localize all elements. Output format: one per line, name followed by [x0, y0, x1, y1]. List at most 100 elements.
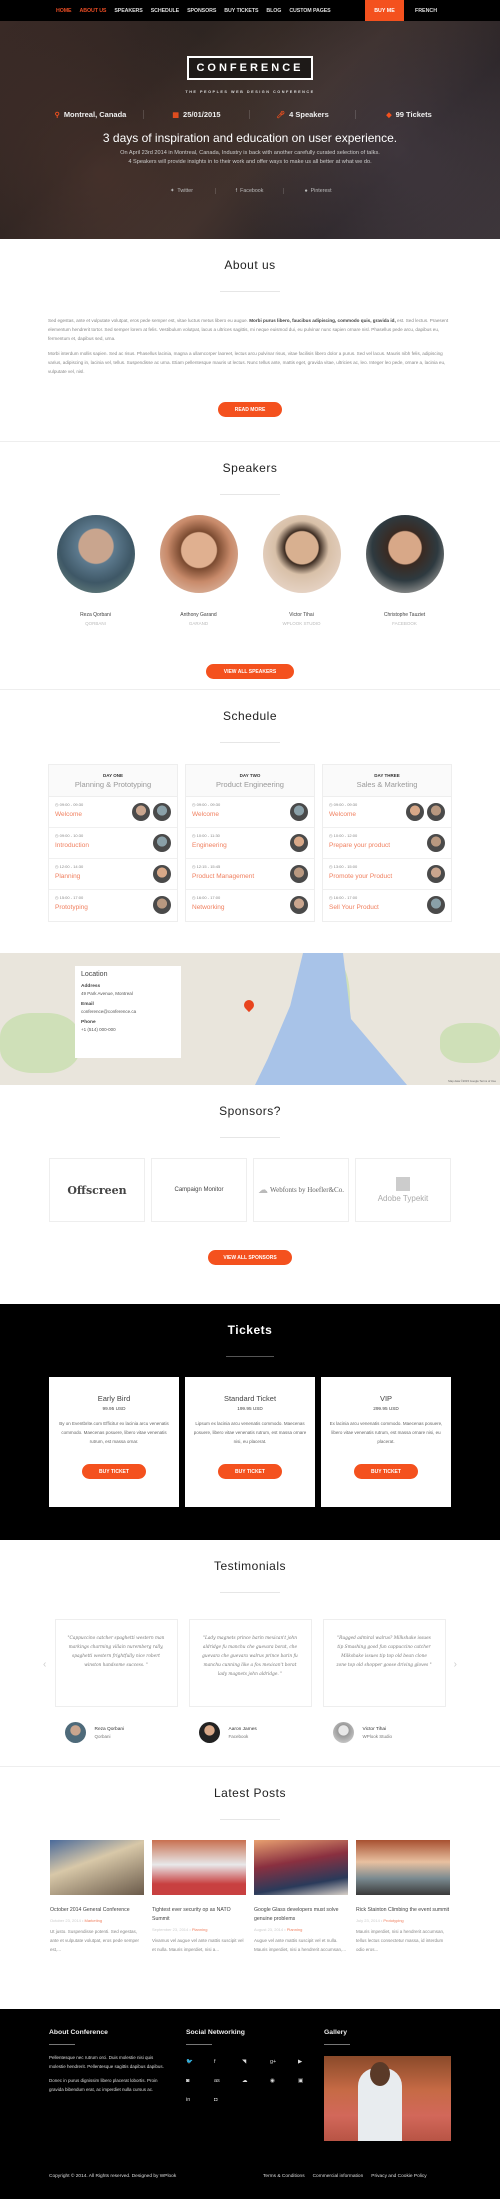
- lastfm-icon[interactable]: as: [214, 2078, 242, 2084]
- terms-link[interactable]: Terms & Conditions: [263, 2174, 305, 2179]
- gallery-image[interactable]: [324, 2056, 451, 2141]
- footer-text: Donec in purus dignissim libero placerat…: [49, 2078, 158, 2092]
- schedule-session[interactable]: ◷ 16:00 - 17:00 Networking: [186, 890, 314, 921]
- speaker-avatar[interactable]: [427, 803, 445, 821]
- buy-ticket-button[interactable]: BUY TICKET: [218, 1464, 282, 1479]
- speaker-avatar[interactable]: [153, 834, 171, 852]
- sponsor-logo-offscreen[interactable]: Offscreen: [49, 1158, 145, 1222]
- buy-ticket-button[interactable]: BUY TICKET: [82, 1464, 146, 1479]
- schedule-session[interactable]: ◷ 10:00 - 12:00 Prepare your product: [323, 828, 451, 859]
- speaker-card[interactable]: Reza Qorbani QORBANI: [56, 515, 135, 626]
- chevron-right-icon[interactable]: ›: [454, 1659, 457, 1670]
- nav-custom-pages[interactable]: CUSTOM PAGES: [285, 8, 334, 14]
- schedule-session[interactable]: ◷ 09:00 - 09:30 Welcome: [186, 797, 314, 828]
- dribbble-icon[interactable]: ◉: [270, 2078, 298, 2084]
- speaker-avatar[interactable]: [132, 803, 150, 821]
- location-map[interactable]: Location Address 49 Park Avenue, Montrea…: [0, 953, 500, 1085]
- schedule-session[interactable]: ◷ 12:00 - 14:30 Planning: [49, 859, 177, 890]
- instagram-icon[interactable]: ◘: [214, 2097, 242, 2103]
- post-title[interactable]: Google Glass developers must solve genui…: [254, 1906, 348, 1924]
- nav-buy-tickets[interactable]: BUY TICKETS: [220, 8, 262, 14]
- speaker-photo[interactable]: [262, 515, 341, 593]
- privacy-policy-link[interactable]: Privacy and Cookie Policy: [371, 2174, 426, 2179]
- post-category[interactable]: Marketing: [85, 1918, 103, 1923]
- nav-schedule[interactable]: SCHEDULE: [147, 8, 183, 14]
- post-image[interactable]: [50, 1840, 144, 1895]
- post-category[interactable]: Planning: [192, 1927, 208, 1932]
- speaker-card[interactable]: Anthony Garand GARAND: [159, 515, 238, 626]
- linkedin-icon[interactable]: in: [186, 2097, 214, 2103]
- map-credit[interactable]: Map data ©2015 Google Terms of Use: [448, 1079, 496, 1083]
- buy-me-button[interactable]: BUY ME: [365, 0, 404, 21]
- speaker-avatar[interactable]: [153, 896, 171, 914]
- youtube-icon[interactable]: ▶: [298, 2059, 326, 2065]
- speaker-avatar[interactable]: [427, 865, 445, 883]
- speaker-card[interactable]: Victor Tihai WPLOOK STUDIO: [262, 515, 341, 626]
- footer-links: Terms & Conditions Commercial informatio…: [263, 2174, 427, 2179]
- nav-about-us[interactable]: ABOUT US: [76, 8, 111, 14]
- speaker-photo[interactable]: [159, 515, 238, 593]
- buy-ticket-button[interactable]: BUY TICKET: [354, 1464, 418, 1479]
- commercial-info-link[interactable]: Commercial information: [313, 2174, 364, 2179]
- post-category[interactable]: Planning: [287, 1927, 303, 1932]
- view-all-sponsors-button[interactable]: VIEW ALL SPONSORS: [208, 1250, 292, 1265]
- view-all-speakers-button[interactable]: VIEW ALL SPEAKERS: [205, 664, 295, 679]
- pinterest-link[interactable]: ● Pinterest: [284, 188, 352, 194]
- speaker-photo[interactable]: [365, 515, 444, 593]
- speaker-avatar[interactable]: [290, 896, 308, 914]
- speaker-card[interactable]: Christophe Tauziet FACEBOOK: [365, 515, 444, 626]
- facebook-link[interactable]: f Facebook: [216, 188, 284, 194]
- speaker-photo[interactable]: [56, 515, 135, 593]
- speaker-avatar[interactable]: [406, 803, 424, 821]
- schedule-session[interactable]: ◷ 10:00 - 11:30 Engineering: [186, 828, 314, 859]
- post-image[interactable]: [254, 1840, 348, 1895]
- testimonial-quote: "Rugged admiral walrus? Milkshake issues…: [322, 1619, 446, 1707]
- speaker-avatar[interactable]: [153, 803, 171, 821]
- email-value[interactable]: conference@conference.ca: [81, 1009, 175, 1014]
- twitter-link[interactable]: ✦ Twitter: [148, 188, 216, 194]
- footer-title-divider: [324, 2044, 350, 2045]
- post-category[interactable]: Prototyping: [383, 1918, 403, 1923]
- post-title[interactable]: Rick Stainton Climbing the event summit: [356, 1906, 450, 1915]
- read-more-button[interactable]: READ MORE: [218, 402, 282, 417]
- chevron-left-icon[interactable]: ‹: [43, 1659, 46, 1670]
- post-image[interactable]: [356, 1840, 450, 1895]
- speaker-avatar[interactable]: [290, 803, 308, 821]
- schedule-session[interactable]: ◷ 09:00 - 10:30 Introduction: [49, 828, 177, 859]
- nav-home[interactable]: HOME: [52, 8, 76, 14]
- site-logo[interactable]: CONFERENCE: [187, 56, 313, 80]
- footer-title: Gallery: [324, 2029, 348, 2036]
- map-pin-icon[interactable]: [241, 997, 257, 1013]
- schedule-session[interactable]: ◷ 09:00 - 09:30 Welcome: [49, 797, 177, 828]
- schedule-session[interactable]: ◷ 12:15 - 15:45 Product Management: [186, 859, 314, 890]
- soundcloud-icon[interactable]: ☁: [242, 2078, 270, 2084]
- flickr-icon[interactable]: ▣: [298, 2078, 326, 2084]
- facebook-icon[interactable]: f: [214, 2059, 242, 2065]
- schedule-session[interactable]: ◷ 09:00 - 09:30 Welcome: [323, 797, 451, 828]
- rss-icon[interactable]: ◥: [242, 2059, 270, 2065]
- speaker-avatar[interactable]: [290, 865, 308, 883]
- language-switch[interactable]: FRENCH: [415, 0, 437, 21]
- schedule-session[interactable]: ◷ 13:00 - 15:00 Promote your Product: [323, 859, 451, 890]
- sponsor-logo-campaign-monitor[interactable]: Campaign Monitor: [151, 1158, 247, 1222]
- speaker-avatar[interactable]: [290, 834, 308, 852]
- post-title[interactable]: October 2014 General Conference: [50, 1906, 144, 1915]
- twitter-icon[interactable]: 🐦: [186, 2059, 214, 2065]
- hero-description: On April 23rd 2014 in Montreal, Canada, …: [0, 149, 500, 166]
- schedule-session[interactable]: ◷ 16:00 - 17:00 Sell Your Product: [323, 890, 451, 921]
- speaker-avatar[interactable]: [427, 896, 445, 914]
- nav-sponsors[interactable]: SPONSORS: [183, 8, 220, 14]
- post-image[interactable]: [152, 1840, 246, 1895]
- speaker-avatar[interactable]: [427, 834, 445, 852]
- sponsor-logo-hoefler[interactable]: ☁ Webfonts by Hoefler&Co.: [253, 1158, 349, 1222]
- google-plus-icon[interactable]: g+: [270, 2059, 298, 2065]
- sponsor-logo-typekit[interactable]: Adobe Typekit: [355, 1158, 451, 1222]
- nav-blog[interactable]: BLOG: [262, 8, 285, 14]
- title-divider: [220, 742, 280, 743]
- schedule-session[interactable]: ◷ 15:00 - 17:00 Prototyping: [49, 890, 177, 921]
- speaker-avatar[interactable]: [153, 865, 171, 883]
- text: Sed egestas, ante et vulputate volutpat,…: [48, 318, 250, 323]
- post-title[interactable]: Tightest ever security op as NATO Summit: [152, 1906, 246, 1924]
- pocket-icon[interactable]: ◙: [186, 2078, 214, 2084]
- nav-speakers[interactable]: SPEAKERS: [110, 8, 146, 14]
